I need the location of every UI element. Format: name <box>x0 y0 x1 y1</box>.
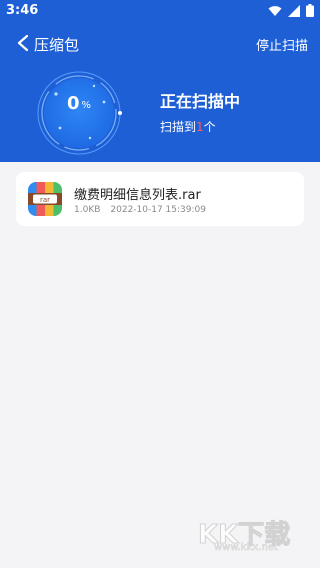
status-icons <box>268 4 314 17</box>
battery-icon <box>306 4 314 17</box>
back-button[interactable] <box>12 32 34 54</box>
stop-scan-button[interactable]: 停止扫描 <box>256 35 308 54</box>
scan-count-suffix: 个 <box>203 120 216 134</box>
progress-unit: % <box>81 100 92 111</box>
file-list-item[interactable]: rar 缴费明细信息列表.rar 1.0KB 2022-10-17 15:39:0… <box>16 172 304 226</box>
status-bar: 3:46 <box>0 0 320 24</box>
watermark-url: www.kkx.net <box>214 542 278 554</box>
scan-count-text: 扫描到1个 <box>160 118 216 135</box>
scan-progress-percent: 0% <box>34 93 124 114</box>
scan-header: 3:46 压缩包 停止扫描 0 % 正在扫描中 扫描到1个 <box>0 0 320 162</box>
file-meta: 1.0KB 2022-10-17 15:39:09 <box>74 205 206 215</box>
page-title: 压缩包 <box>34 36 80 54</box>
watermark-logo: KK下载 www.kkx.net <box>197 514 310 554</box>
wifi-icon <box>268 5 282 16</box>
status-time: 3:46 <box>6 3 39 18</box>
signal-icon <box>288 4 300 17</box>
scan-count-number: 1 <box>196 120 204 134</box>
file-name: 缴费明细信息列表.rar <box>74 188 201 203</box>
rar-label: rar <box>40 196 50 204</box>
scan-count-prefix: 扫描到 <box>160 120 197 134</box>
top-bar: 压缩包 停止扫描 <box>0 24 320 64</box>
file-date: 2022-10-17 15:39:09 <box>110 205 206 215</box>
scan-status-title: 正在扫描中 <box>160 92 241 111</box>
rar-archive-icon: rar <box>28 182 62 216</box>
progress-number: 0 <box>66 93 80 114</box>
file-size: 1.0KB <box>74 205 101 215</box>
chevron-left-icon <box>17 34 29 52</box>
